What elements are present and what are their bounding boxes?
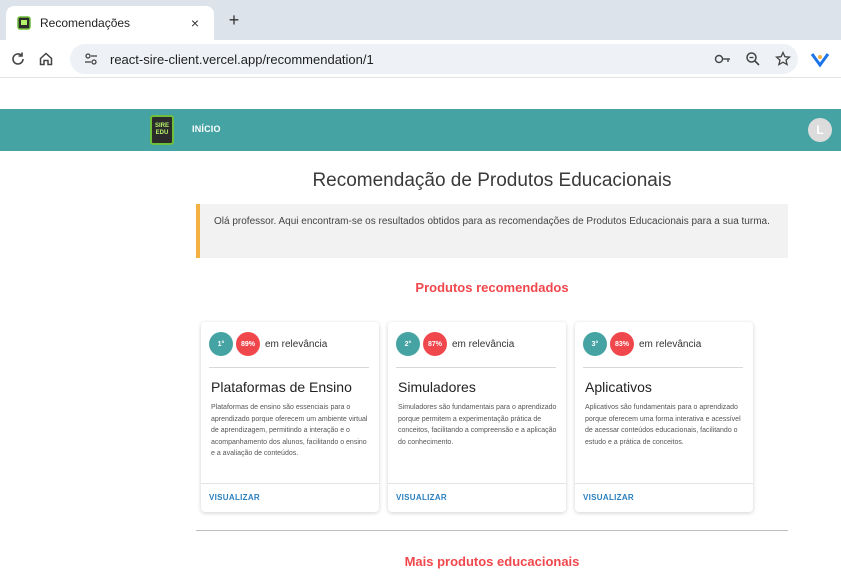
rank-badge: 3°	[583, 332, 607, 356]
relevance-percent-badge: 83%	[610, 332, 634, 356]
relevance-percent-badge: 87%	[423, 332, 447, 356]
card-footer-divider	[201, 483, 379, 484]
relevance-percent-badge: 89%	[236, 332, 260, 356]
card-footer-divider	[575, 483, 753, 484]
card-divider	[209, 367, 369, 368]
relevance-label: em relevância	[639, 338, 702, 350]
rank-badge: 1°	[209, 332, 233, 356]
browser-tab[interactable]: Recomendações ×	[6, 6, 214, 40]
section-divider	[196, 530, 788, 531]
card-description: Plataformas de ensino são essenciais par…	[211, 404, 368, 457]
visualizar-button[interactable]: VISUALIZAR	[209, 493, 260, 502]
product-card: 2° 87% em relevância Simuladores Simulad…	[388, 322, 566, 512]
user-avatar[interactable]: L	[808, 118, 832, 142]
app-header: SIRE EDU INÍCIO L	[0, 109, 841, 151]
card-divider	[583, 367, 743, 368]
product-card: 1° 89% em relevância Plataformas de Ensi…	[201, 322, 379, 512]
nav-inicio-link[interactable]: INÍCIO	[192, 124, 221, 134]
section-title-recommended: Produtos recomendados	[415, 280, 569, 295]
info-alert: Olá professor. Aqui encontram-se os resu…	[196, 204, 788, 258]
bookmark-star-icon[interactable]	[768, 44, 798, 74]
zoom-icon[interactable]	[738, 44, 768, 74]
tab-close-icon[interactable]: ×	[186, 15, 204, 31]
tab-title: Recomendações	[40, 16, 131, 30]
card-footer-divider	[388, 483, 566, 484]
product-card: 3° 83% em relevância Aplicativos Aplicat…	[575, 322, 753, 512]
rank-badge: 2°	[396, 332, 420, 356]
url-text[interactable]: react-sire-client.vercel.app/recommendat…	[110, 52, 708, 67]
card-badges: 1° 89% em relevância	[209, 332, 327, 356]
card-badges: 3° 83% em relevância	[583, 332, 701, 356]
browser-toolbar: react-sire-client.vercel.app/recommendat…	[0, 40, 841, 78]
relevance-label: em relevância	[265, 338, 328, 350]
card-description: Simuladores são fundamentais para o apre…	[398, 404, 557, 446]
card-title: Plataformas de Ensino	[211, 379, 352, 395]
card-divider	[396, 367, 556, 368]
new-tab-button[interactable]: +	[222, 9, 246, 33]
relevance-label: em relevância	[452, 338, 515, 350]
visualizar-button[interactable]: VISUALIZAR	[583, 493, 634, 502]
address-bar[interactable]: react-sire-client.vercel.app/recommendat…	[70, 44, 798, 74]
extension-icon[interactable]	[810, 50, 830, 70]
page-title: Recomendação de Produtos Educacionais	[312, 170, 672, 191]
card-badges: 2° 87% em relevância	[396, 332, 514, 356]
site-info-icon[interactable]	[82, 50, 100, 68]
browser-tab-bar: Recomendações × +	[0, 0, 841, 40]
home-icon[interactable]	[36, 49, 56, 69]
visualizar-button[interactable]: VISUALIZAR	[396, 493, 447, 502]
card-title: Aplicativos	[585, 379, 652, 395]
app-logo[interactable]: SIRE EDU	[150, 115, 174, 145]
card-description: Aplicativos são fundamentais para o apre…	[585, 404, 741, 446]
reload-icon[interactable]	[8, 49, 28, 69]
app-favicon-icon	[16, 15, 32, 31]
card-title: Simuladores	[398, 379, 476, 395]
section-title-more: Mais produtos educacionais	[404, 554, 580, 569]
password-key-icon[interactable]	[708, 44, 738, 74]
